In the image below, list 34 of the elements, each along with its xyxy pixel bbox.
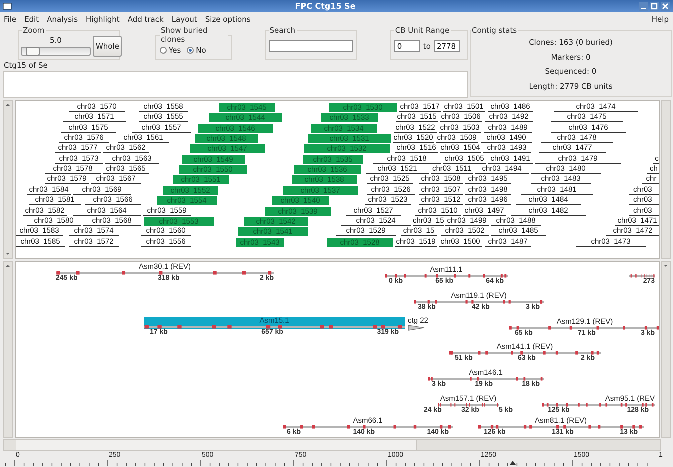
- position-marker-icon: [510, 461, 516, 465]
- assembly-track[interactable]: [438, 403, 499, 407]
- scrollbar[interactable]: [661, 100, 671, 259]
- assembly-track[interactable]: [144, 325, 405, 329]
- assembly-track[interactable]: [428, 377, 544, 381]
- assembly-track[interactable]: [509, 326, 659, 330]
- assembly-track[interactable]: [478, 425, 644, 429]
- radio-icon[interactable]: [187, 47, 194, 54]
- search-field[interactable]: [268, 40, 353, 52]
- arrow-icon: [408, 325, 425, 331]
- horizontal-scrollbar[interactable]: [3, 439, 661, 451]
- scroll-thumb[interactable]: [16, 440, 417, 450]
- up-arrow-icon[interactable]: [4, 101, 12, 109]
- assembly-track[interactable]: [283, 425, 453, 429]
- maximize-icon[interactable]: [650, 2, 659, 10]
- minimize-icon[interactable]: [639, 2, 648, 10]
- close-icon[interactable]: [661, 2, 670, 10]
- assembly-track[interactable]: [385, 274, 508, 278]
- slider-thumb[interactable]: [26, 47, 40, 56]
- radio-icon[interactable]: [160, 47, 168, 54]
- up-arrow-icon[interactable]: [4, 262, 12, 270]
- assembly-track[interactable]: [449, 351, 601, 355]
- zoom-slider[interactable]: [21, 47, 91, 56]
- down-arrow-icon[interactable]: [662, 262, 670, 270]
- window-icon: [3, 2, 12, 10]
- assembly-track[interactable]: [629, 274, 655, 278]
- scrollbar[interactable]: [3, 100, 13, 259]
- scrollbar[interactable]: [661, 261, 671, 438]
- window-title: FPC Ctg15 Se: [294, 2, 357, 10]
- scrollbar[interactable]: [3, 261, 13, 438]
- assembly-track[interactable]: [542, 403, 655, 407]
- assembly-track[interactable]: [414, 300, 544, 304]
- assembly-track[interactable]: [56, 271, 274, 275]
- down-arrow-icon[interactable]: [4, 250, 12, 258]
